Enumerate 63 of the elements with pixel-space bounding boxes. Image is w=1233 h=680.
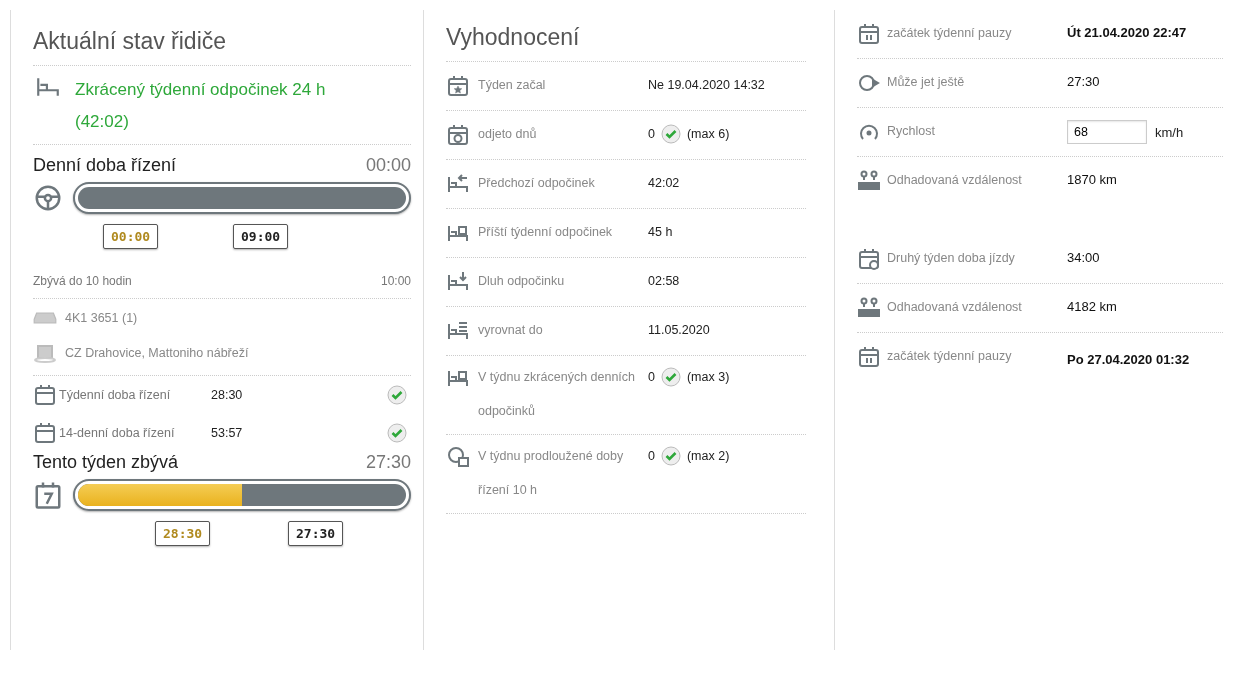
row-label: V týdnu prodloužené doby řízení 10 h [478, 448, 625, 499]
calendar-pause-icon [857, 345, 881, 369]
row-label: Předchozí odpočinek [478, 175, 596, 192]
speed-input[interactable]: 68 [1067, 120, 1147, 144]
calendar-star-icon [446, 74, 470, 98]
total-value: 53:57 [211, 426, 244, 440]
remaining-label: Zbývá do 10 hodin [33, 274, 132, 288]
calendar-icon [33, 383, 57, 407]
row-label: Odhadovaná vzdálenost [887, 299, 1023, 316]
row-label: Týden začal [478, 77, 547, 94]
vehicle-plate: 4K1 3651 (1) [65, 311, 138, 325]
total-value: 28:30 [211, 388, 244, 402]
time-marker: 00:00 [103, 224, 159, 249]
time-marker: 28:30 [155, 521, 211, 546]
row-value: Út 21.04.2020 22:47 [1067, 24, 1188, 42]
row-label: V týdnu zkrácených denních odpočinků [478, 369, 637, 420]
limit-note: (max 3) [686, 369, 730, 386]
route-pins-icon [857, 296, 881, 320]
calendar-pause-icon [857, 22, 881, 46]
row-label: začátek týdenní pauzy [887, 25, 1013, 42]
calendar-icon [33, 421, 57, 445]
row-value: 42:02 [648, 175, 680, 192]
unit-label: km/h [1155, 124, 1184, 140]
row-label: Může jet ještě [887, 74, 966, 91]
status-text: Zkrácený týdenní odpočinek 24 h (42:02) [75, 79, 327, 133]
panel-title: Aktuální stav řidiče [33, 28, 411, 66]
location-text: CZ Drahovice, Mattoniho nábřeží [65, 346, 249, 360]
row-label: Druhý týden doba jízdy [887, 250, 1016, 267]
total-label: 14-denní doba řízení [59, 426, 176, 440]
row-value: 0 [648, 448, 655, 465]
calendar-wheel-icon [446, 123, 470, 147]
remaining-value: 10:00 [380, 274, 411, 288]
time-marker: 27:30 [288, 521, 344, 546]
row-label: Odhadovaná vzdálenost [887, 172, 1023, 189]
time-value: 00:00 [365, 155, 411, 176]
panel-title: Vyhodnocení [446, 24, 806, 62]
section-label: Denní doba řízení [33, 155, 177, 176]
steering-wheel-icon [33, 183, 63, 213]
calendar-clock-icon [857, 247, 881, 271]
time-value: 27:30 [365, 452, 411, 473]
section-label: Tento týden zbývá [33, 452, 179, 473]
row-label: Rychlost [887, 123, 936, 140]
row-value: 0 [648, 369, 655, 386]
row-label: odjeto dnů [478, 126, 538, 143]
limit-note: (max 2) [686, 448, 730, 465]
row-value: 34:00 [1067, 249, 1101, 267]
route-pins-icon [857, 169, 881, 193]
row-value: 27:30 [1067, 73, 1101, 91]
total-label: Týdenní doba řízení [59, 388, 172, 402]
row-label: začátek týdenní pauzy [887, 348, 1013, 365]
row-value: 1870 km [1067, 171, 1118, 189]
row-value: 4182 km [1067, 298, 1118, 316]
row-label: Dluh odpočinku [478, 273, 566, 290]
row-value: 45 h [648, 224, 673, 241]
time-marker: 09:00 [233, 224, 289, 249]
row-value: 02:58 [648, 273, 680, 290]
row-label: vyrovnat do [478, 322, 544, 339]
row-value: Ne 19.04.2020 14:32 [648, 77, 765, 94]
row-value: 11.05.2020 [648, 322, 710, 339]
row-value: 0 [648, 126, 655, 143]
row-label: Příští týdenní odpočinek [478, 224, 614, 241]
limit-note: (max 6) [686, 126, 730, 143]
row-value: Po 27.04.2020 01:32 [1067, 351, 1191, 369]
